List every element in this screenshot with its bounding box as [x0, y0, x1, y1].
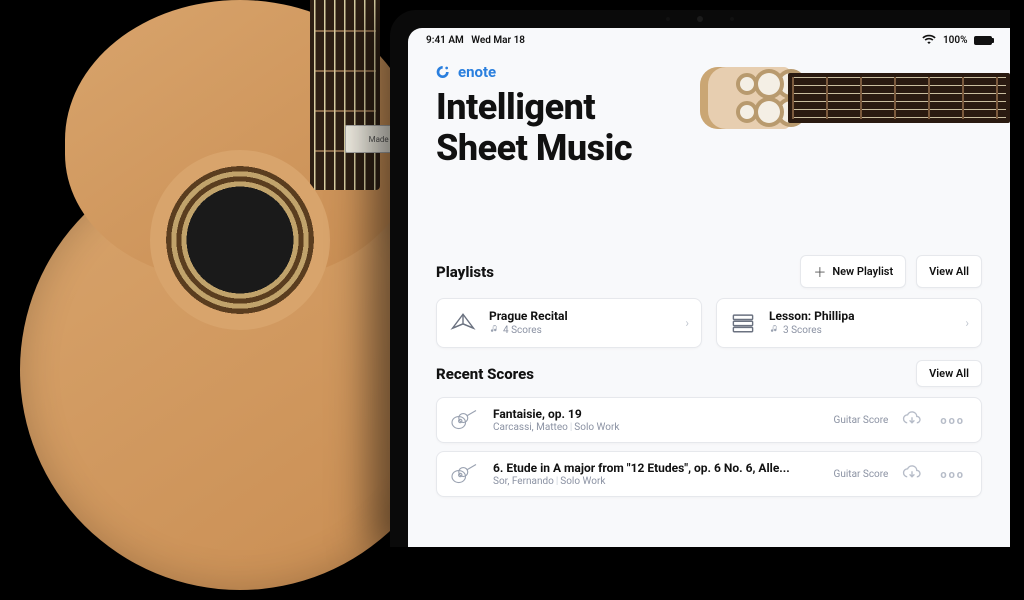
battery-icon [974, 36, 992, 45]
playlist-card[interactable]: Prague Recital 4 Scores › [436, 298, 702, 348]
tablet-camera-icon [697, 16, 703, 22]
brand-name: enote [458, 63, 496, 81]
more-icon[interactable]: ooo [936, 414, 969, 427]
playlist-title: Lesson: Phillipa [769, 309, 953, 323]
status-time: 9:41 AM [426, 35, 464, 46]
score-work: Solo Work [560, 476, 605, 487]
score-tag: Guitar Score [834, 469, 889, 480]
score-title: Fantaisie, op. 19 [493, 407, 820, 421]
more-icon[interactable]: ooo [936, 468, 969, 481]
new-playlist-button[interactable]: ＋ New Playlist [800, 255, 906, 288]
score-work: Solo Work [574, 422, 619, 433]
recent-scores-section: Recent Scores View All Fantaisie, op. 19 [436, 360, 982, 497]
chevron-right-icon: › [685, 316, 689, 330]
score-composer: Carcassi, Matteo [493, 422, 568, 433]
recent-heading: Recent Scores [436, 365, 534, 383]
books-icon [729, 309, 757, 337]
score-row[interactable]: Fantaisie, op. 19 Carcassi, Matteo|Solo … [436, 397, 982, 443]
wifi-icon [922, 34, 936, 47]
playlists-section: Playlists ＋ New Playlist View All [436, 255, 982, 348]
status-date: Wed Mar 18 [471, 35, 525, 46]
score-tag: Guitar Score [834, 415, 889, 426]
guitar-icon [449, 463, 479, 485]
enote-logo-icon [436, 64, 452, 80]
hero-guitar-image [700, 63, 1010, 133]
tablet-device: 9:41 AM Wed Mar 18 100% enote Intelligen… [390, 10, 1010, 547]
music-note-icon [489, 324, 499, 337]
playlist-count: 4 Scores [503, 325, 542, 336]
playlist-title: Prague Recital [489, 309, 673, 323]
playlist-count: 3 Scores [783, 325, 822, 336]
status-battery-pct: 100% [943, 35, 968, 46]
download-icon[interactable] [902, 464, 922, 484]
playlists-heading: Playlists [436, 263, 494, 281]
download-icon[interactable] [902, 410, 922, 430]
plus-icon: ＋ [813, 262, 826, 281]
score-composer: Sor, Fernando [493, 476, 554, 487]
score-title: 6. Etude in A major from "12 Etudes", op… [493, 461, 820, 475]
guitar-icon [449, 409, 479, 431]
origami-icon [449, 309, 477, 337]
playlists-view-all-button[interactable]: View All [916, 255, 982, 288]
music-note-icon [769, 324, 779, 337]
chevron-right-icon: › [965, 316, 969, 330]
playlist-card[interactable]: Lesson: Phillipa 3 Scores › [716, 298, 982, 348]
recent-view-all-button[interactable]: View All [916, 360, 982, 387]
score-row[interactable]: 6. Etude in A major from "12 Etudes", op… [436, 451, 982, 497]
status-bar: 9:41 AM Wed Mar 18 100% [408, 28, 1010, 47]
